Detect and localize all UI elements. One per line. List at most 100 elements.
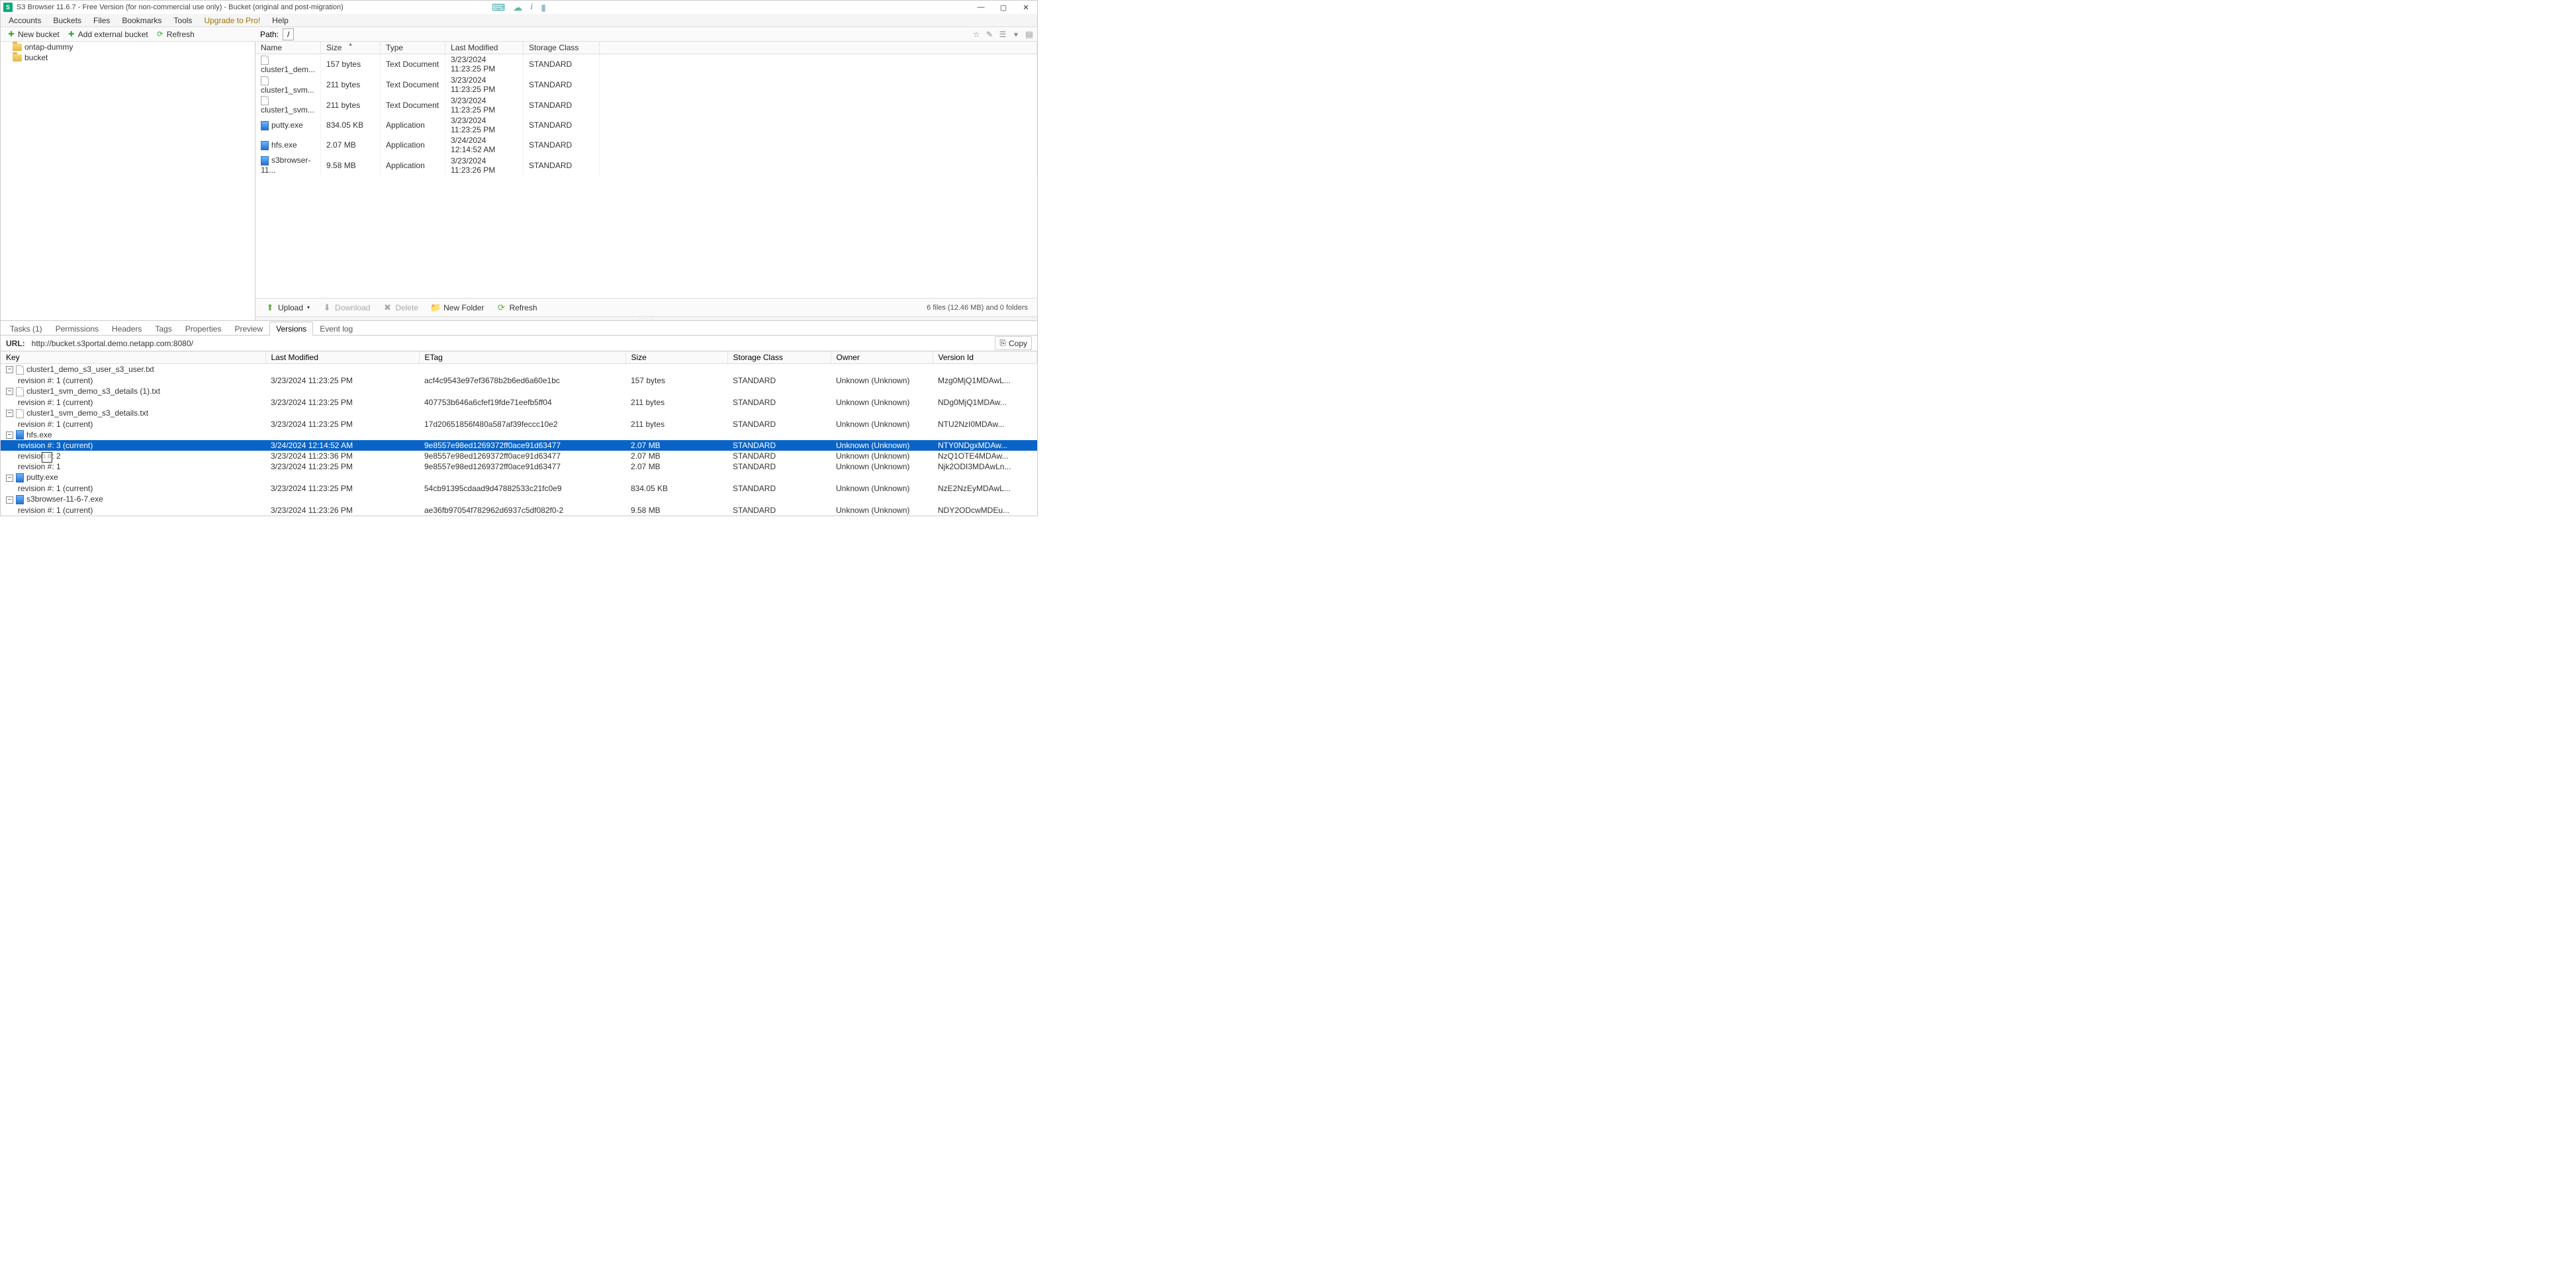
collapse-icon[interactable]: − <box>6 410 13 417</box>
col-lastmodified[interactable]: Last Modified <box>445 42 524 54</box>
upload-button[interactable]: ⬆Upload▾ <box>259 301 315 314</box>
vercol-versionid[interactable]: Version Id <box>933 351 1037 364</box>
tab-tasks[interactable]: Tasks (1) <box>3 322 49 336</box>
version-key-row[interactable]: − s3browser-11-6-7.exe <box>1 494 1037 505</box>
keyboard-icon[interactable]: ⌨ <box>492 2 505 13</box>
revision-label: revision #: 1 (current) <box>1 505 265 516</box>
file-name: cluster1_svm... <box>261 105 314 114</box>
version-key-row[interactable]: −cluster1_demo_s3_user_s3_user.txt <box>1 364 1037 375</box>
version-rev-row[interactable]: revision #: 1 (current)3/23/2024 11:23:2… <box>1 375 1037 386</box>
list-icon[interactable]: ☰ <box>997 29 1008 40</box>
collapse-icon[interactable]: − <box>6 432 13 439</box>
file-lastmodified: 3/24/2024 12:14:52 AM <box>445 135 524 155</box>
tab-tags[interactable]: Tags <box>148 322 178 336</box>
tree-item-bucket[interactable]: bucket <box>1 52 255 63</box>
new-bucket-button[interactable]: ✚New bucket <box>3 30 64 39</box>
menu-files[interactable]: Files <box>88 15 115 26</box>
vercol-size[interactable]: Size <box>625 351 727 364</box>
version-rev-row[interactable]: revision #: 1 (current)3/23/2024 11:23:2… <box>1 505 1037 516</box>
menubar: Accounts Buckets Files Bookmarks Tools U… <box>1 14 1037 27</box>
version-key-row[interactable]: −cluster1_svm_demo_s3_details.txt <box>1 408 1037 419</box>
info-icon[interactable]: i <box>530 2 533 13</box>
refresh-files-button[interactable]: ⟳Refresh <box>490 301 542 314</box>
col-size[interactable]: Size▴ <box>321 42 381 54</box>
cloud-icon[interactable]: ☁ <box>513 2 522 13</box>
bucket-tree[interactable]: ontap-dummy bucket <box>1 42 255 320</box>
menu-bookmarks[interactable]: Bookmarks <box>116 15 167 26</box>
version-key: s3browser-11-6-7.exe <box>26 494 103 504</box>
new-folder-button[interactable]: 📁New Folder <box>425 301 489 314</box>
vercol-storageclass[interactable]: Storage Class <box>727 351 831 364</box>
add-external-bucket-button[interactable]: ✚Add external bucket <box>64 30 152 39</box>
col-type[interactable]: Type <box>381 42 445 54</box>
menu-upgrade[interactable]: Upgrade to Pro! <box>199 15 265 26</box>
revision-owner: Unknown (Unknown) <box>831 483 933 494</box>
revision-storageclass: STANDARD <box>727 440 831 451</box>
version-rev-row[interactable]: revision #: 13/23/2024 11:23:25 PM9e8557… <box>1 461 1037 472</box>
file-row[interactable]: hfs.exe2.07 MBApplication3/24/2024 12:14… <box>255 135 1037 155</box>
file-lastmodified: 3/23/2024 11:23:26 PM <box>445 155 524 175</box>
file-row[interactable]: cluster1_svm...211 bytesText Document3/2… <box>255 75 1037 95</box>
collapse-icon[interactable]: − <box>6 475 13 482</box>
filter-icon[interactable]: ▾ <box>1011 29 1021 40</box>
copy-button[interactable]: ⎘Copy <box>995 336 1032 350</box>
version-key-row[interactable]: −hfs.exe <box>1 430 1037 441</box>
revision-etag: ae36fb97054f782962d6937c5df082f0-2 <box>419 505 625 516</box>
tab-permissions[interactable]: Permissions <box>49 322 105 336</box>
version-key-row[interactable]: −putty.exe <box>1 472 1037 483</box>
version-rev-row[interactable]: revision #: 1 (current)3/23/2024 11:23:2… <box>1 483 1037 494</box>
revision-versionid: NDY2ODcwMDEu... <box>933 505 1037 516</box>
file-grid[interactable]: Name Size▴ Type Last Modified Storage Cl… <box>255 42 1037 298</box>
maximize-button[interactable]: ▢ <box>992 1 1015 14</box>
collapse-icon[interactable]: − <box>6 496 13 504</box>
refresh-bucket-button[interactable]: ⟳Refresh <box>152 30 199 39</box>
menu-help[interactable]: Help <box>267 15 294 26</box>
revision-lastmodified: 3/23/2024 11:23:36 PM <box>265 451 419 461</box>
version-rev-row[interactable]: revision #: 3 (current)3/24/2024 12:14:5… <box>1 440 1037 451</box>
plus-external-icon: ✚ <box>68 30 75 38</box>
vercol-owner[interactable]: Owner <box>831 351 933 364</box>
tab-eventlog[interactable]: Event log <box>313 322 359 336</box>
close-button[interactable]: ✕ <box>1015 1 1037 14</box>
vercol-lastmodified[interactable]: Last Modified <box>265 351 419 364</box>
file-row[interactable]: cluster1_svm...211 bytesText Document3/2… <box>255 95 1037 116</box>
collapse-icon[interactable]: − <box>6 366 13 373</box>
tab-versions[interactable]: Versions <box>269 322 313 336</box>
tree-item-ontap-dummy[interactable]: ontap-dummy <box>1 42 255 52</box>
collapse-icon[interactable]: − <box>6 388 13 395</box>
minimize-button[interactable]: — <box>970 1 992 14</box>
columns-icon[interactable]: ▤ <box>1024 29 1035 40</box>
version-key-row[interactable]: −cluster1_svm_demo_s3_details (1).txt <box>1 386 1037 397</box>
delete-button[interactable]: ✖Delete <box>377 301 424 314</box>
vercol-key[interactable]: Key <box>1 351 265 364</box>
file-row[interactable]: cluster1_dem...157 bytesText Document3/2… <box>255 54 1037 75</box>
menu-tools[interactable]: Tools <box>168 15 197 26</box>
edit-icon[interactable]: ✎ <box>984 29 995 40</box>
col-storageclass[interactable]: Storage Class <box>524 42 600 54</box>
titlebar-center-icons: ⌨ ☁ i ▮ <box>492 2 546 13</box>
version-rev-row[interactable]: revision #: 1 (current)3/23/2024 11:23:2… <box>1 419 1037 430</box>
file-name: cluster1_dem... <box>261 65 315 74</box>
version-rev-row[interactable]: revision #: 23/23/2024 11:23:36 PM9e8557… <box>1 451 1037 461</box>
version-rev-row[interactable]: revision #: 1 (current)3/23/2024 11:23:2… <box>1 397 1037 408</box>
url-value[interactable]: http://bucket.s3portal.demo.netapp.com:8… <box>32 339 989 348</box>
bar-icon[interactable]: ▮ <box>541 2 546 13</box>
tab-preview[interactable]: Preview <box>228 322 269 336</box>
vercol-etag[interactable]: ETag <box>419 351 625 364</box>
download-button[interactable]: ⬇Download <box>316 301 375 314</box>
file-icon <box>16 495 24 504</box>
menu-accounts[interactable]: Accounts <box>3 15 46 26</box>
col-name[interactable]: Name <box>255 42 321 54</box>
versions-grid[interactable]: Key Last Modified ETag Size Storage Clas… <box>1 351 1037 516</box>
path-input[interactable]: / <box>283 28 294 40</box>
file-size: 9.58 MB <box>321 155 381 175</box>
splitter-handle[interactable]: · · · <box>255 316 1037 320</box>
file-row[interactable]: s3browser-11...9.58 MBApplication3/23/20… <box>255 155 1037 175</box>
revision-size: 2.07 MB <box>625 440 727 451</box>
file-row[interactable]: putty.exe834.05 KBApplication3/23/2024 1… <box>255 115 1037 135</box>
star-icon[interactable]: ☆ <box>971 29 982 40</box>
menu-buckets[interactable]: Buckets <box>48 15 87 26</box>
tab-headers[interactable]: Headers <box>105 322 148 336</box>
file-icon <box>261 96 269 105</box>
tab-properties[interactable]: Properties <box>179 322 228 336</box>
